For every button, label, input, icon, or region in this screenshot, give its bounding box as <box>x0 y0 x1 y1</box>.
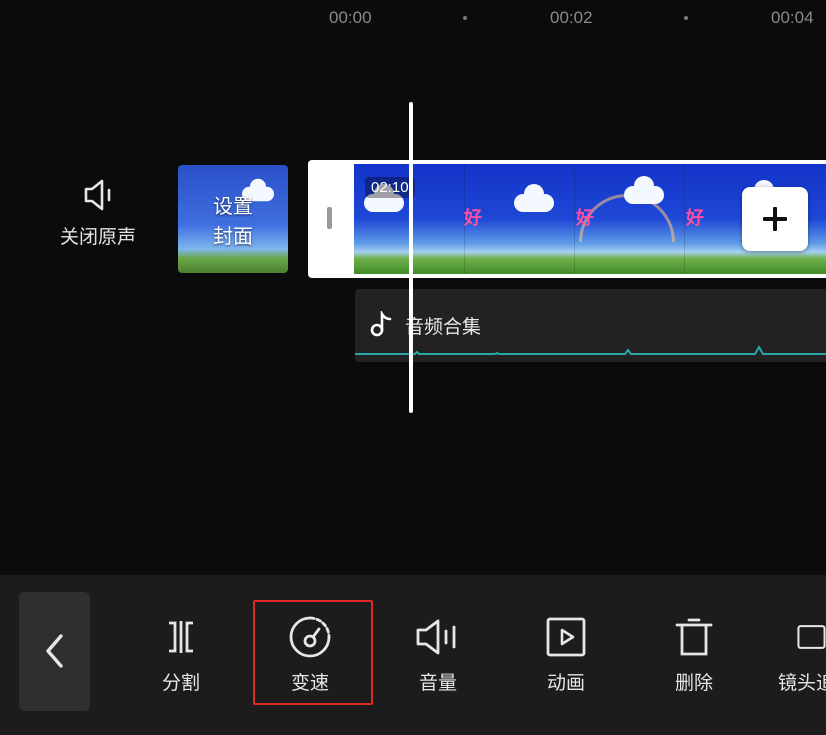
frame-divider <box>574 164 575 274</box>
add-clip-button[interactable] <box>742 187 808 251</box>
ruler-label: 00:02 <box>550 8 593 27</box>
highlight-box <box>253 600 373 705</box>
cover-label-line2: 封面 <box>213 224 253 248</box>
split-button[interactable]: 分割 <box>131 610 231 695</box>
mute-original-button[interactable]: 关闭原声 <box>50 178 146 249</box>
camera-track-label: 镜头追 <box>778 672 826 694</box>
cloud-decoration <box>514 184 554 212</box>
speaker-icon <box>84 179 111 211</box>
ruler-dot <box>463 16 467 20</box>
split-icon <box>169 621 193 653</box>
animation-label: 动画 <box>546 672 585 694</box>
delete-label: 删除 <box>674 672 713 694</box>
volume-icon <box>416 619 456 655</box>
mute-original-label: 关闭原声 <box>59 226 136 248</box>
clip-overlay-text: 好 <box>576 208 594 229</box>
playhead[interactable] <box>409 102 413 413</box>
animation-button[interactable]: 动画 <box>516 610 616 695</box>
clip-overlay-text: 好 <box>686 208 704 229</box>
music-note-icon <box>370 311 392 337</box>
delete-button[interactable]: 删除 <box>644 610 744 695</box>
chevron-left-icon <box>46 634 63 668</box>
camera-track-icon <box>797 625 826 649</box>
ruler-label: 00:00 <box>329 8 372 27</box>
frame-divider <box>684 164 685 274</box>
animation-icon <box>546 617 586 657</box>
split-label: 分割 <box>161 672 200 694</box>
clip-overlay-text: 好 <box>464 208 482 229</box>
clip-duration-badge: 02:10 <box>365 177 415 198</box>
volume-button[interactable]: 音量 <box>388 610 488 695</box>
delete-icon <box>675 618 713 656</box>
set-cover-button[interactable]: 设置 封面 <box>178 165 288 273</box>
ruler-dot <box>684 16 688 20</box>
ruler-label: 00:04 <box>771 8 814 27</box>
clip-trim-handle[interactable] <box>327 207 332 229</box>
audio-track[interactable]: 音频合集 <box>355 289 826 362</box>
set-cover-label: 设置 封面 <box>178 191 288 251</box>
back-button[interactable] <box>19 592 90 711</box>
audio-waveform <box>355 344 826 355</box>
cloud-decoration <box>624 176 664 204</box>
volume-label: 音量 <box>418 672 457 694</box>
cover-label-line1: 设置 <box>213 194 253 218</box>
camera-track-button[interactable]: 镜头追 <box>772 610 826 695</box>
